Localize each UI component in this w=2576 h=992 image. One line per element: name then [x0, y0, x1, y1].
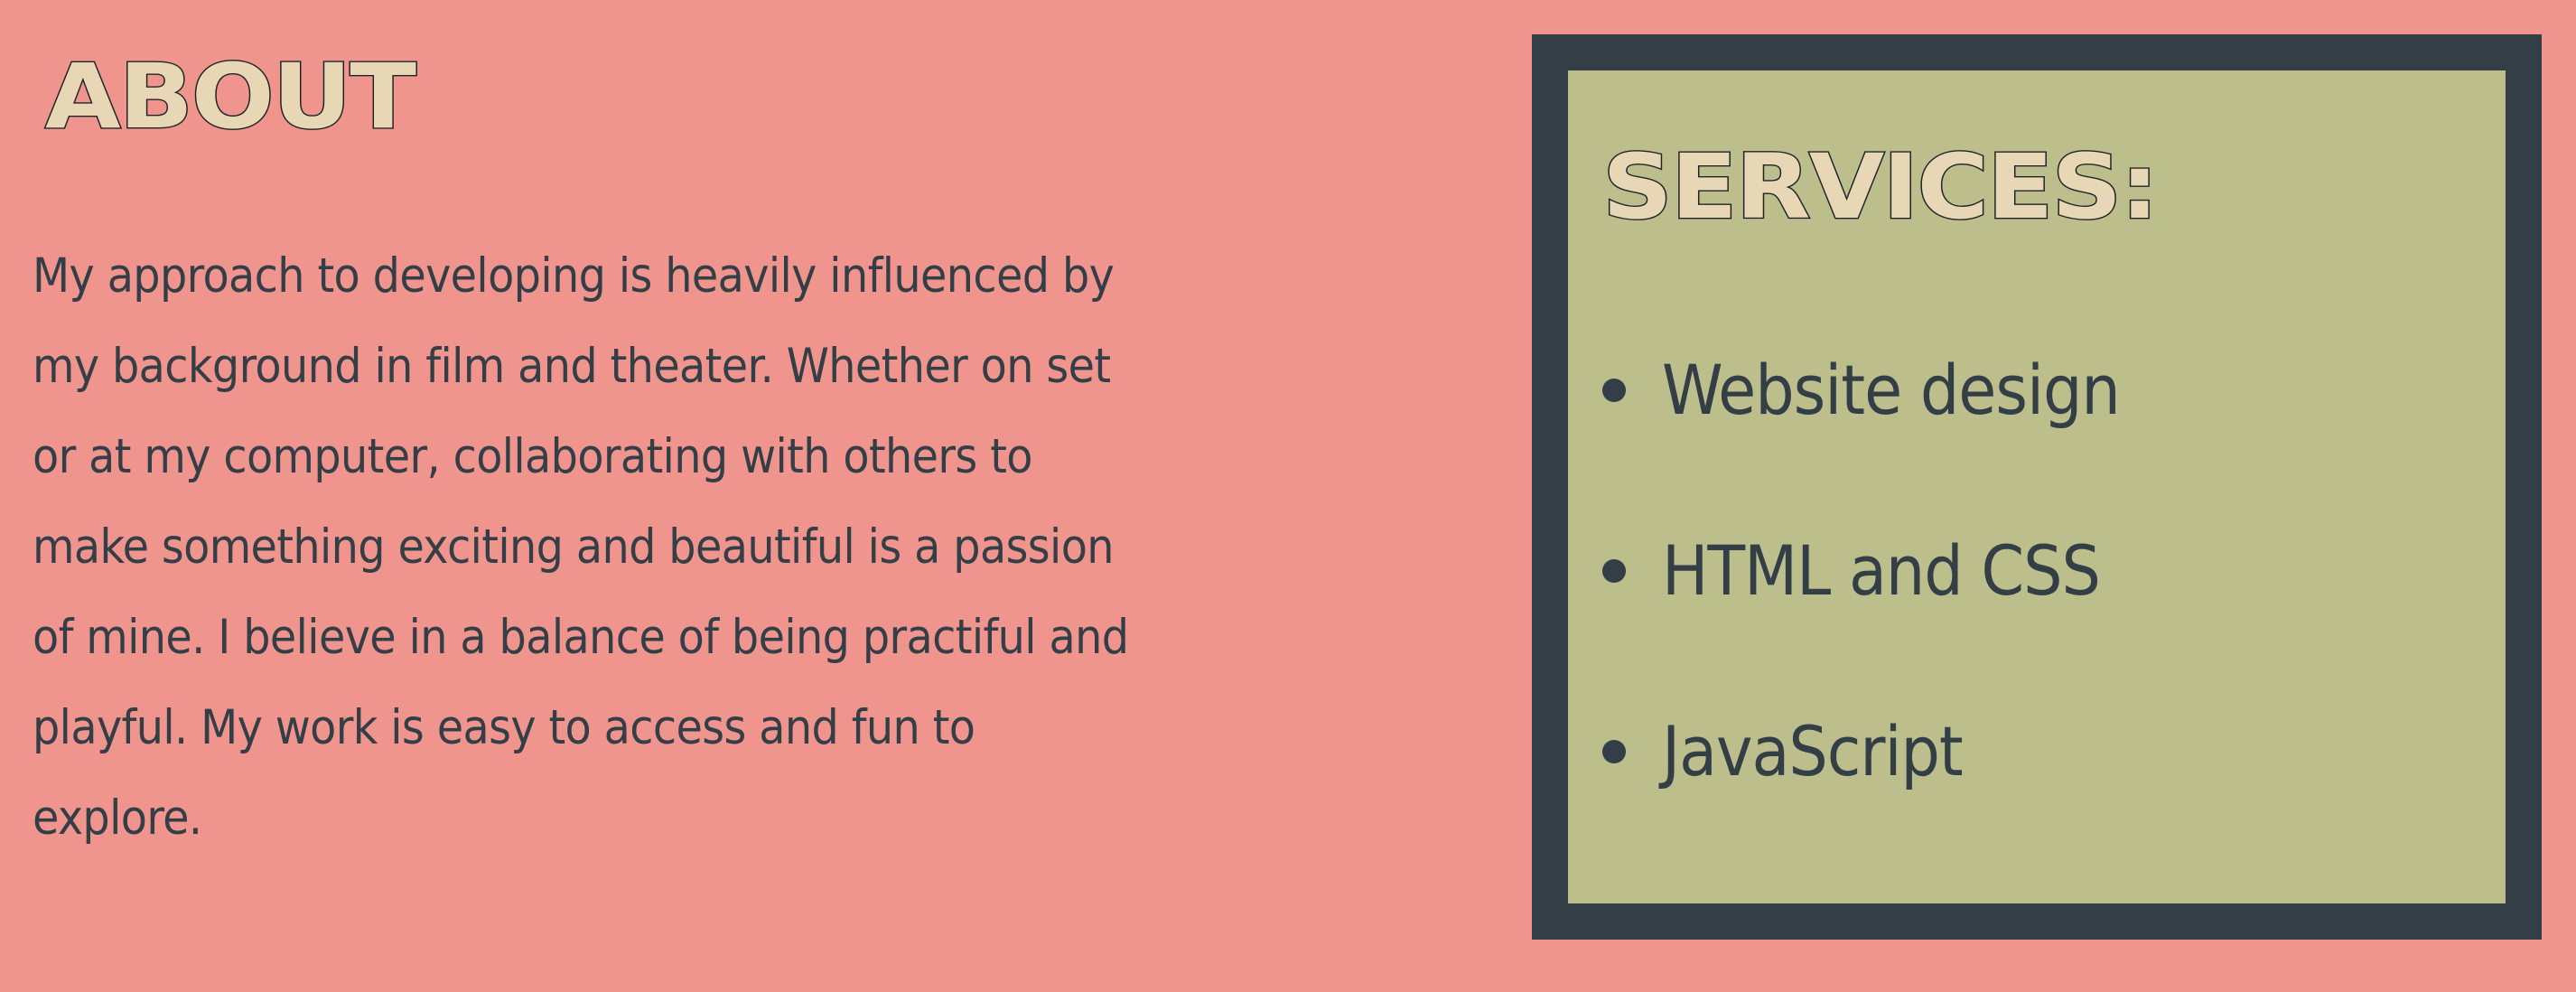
- bullet-icon: [1602, 740, 1626, 763]
- service-item-javascript: JavaScript: [1602, 661, 2473, 842]
- service-label: JavaScript: [1662, 711, 1964, 791]
- services-card: Services: Website design HTML and CSS Ja…: [1568, 70, 2506, 903]
- bullet-icon: [1602, 379, 1626, 402]
- bullet-icon: [1602, 559, 1626, 583]
- about-description: My approach to developing is heavily inf…: [33, 248, 1129, 846]
- about-heading: About: [44, 44, 418, 149]
- service-label: HTML and CSS: [1662, 530, 2101, 611]
- services-heading: Services:: [1601, 135, 2161, 239]
- services-list: Website design HTML and CSS JavaScript: [1602, 300, 2473, 842]
- service-item-html-css: HTML and CSS: [1602, 481, 2473, 661]
- service-label: Website design: [1662, 350, 2121, 430]
- about-section: About My approach to developing is heavi…: [33, 44, 1153, 912]
- services-panel: Services: Website design HTML and CSS Ja…: [1532, 34, 2542, 940]
- service-item-website-design: Website design: [1602, 300, 2473, 481]
